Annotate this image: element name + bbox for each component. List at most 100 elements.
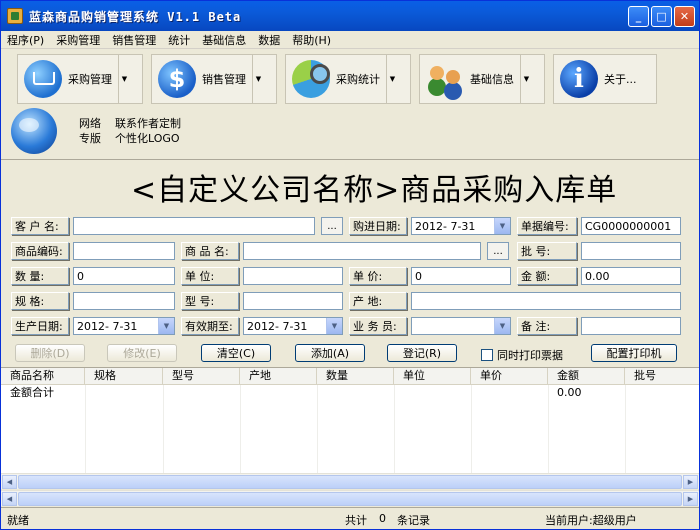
note-label: 备 注: — [517, 317, 577, 335]
custom-logo-label: 个性化LOGO — [115, 132, 180, 145]
menu-help[interactable]: 帮助(H) — [292, 32, 331, 48]
menu-sales[interactable]: 销售管理 — [112, 32, 156, 48]
minimize-button[interactable]: _ — [628, 6, 649, 27]
model-input[interactable] — [243, 292, 343, 310]
table-row[interactable]: 金额合计 0.00 — [1, 385, 699, 401]
chevron-down-icon[interactable]: ▼ — [158, 318, 174, 334]
col-price[interactable]: 单价 — [471, 368, 548, 384]
origin-input[interactable] — [411, 292, 681, 310]
total-label: 金额合计 — [10, 386, 54, 399]
menu-bar: 程序(P) 采购管理 销售管理 统计 基础信息 数据 帮助(H) — [1, 31, 699, 49]
batch-input[interactable] — [581, 242, 681, 260]
form-heading: <自定义公司名称>商品采购入库单 — [131, 173, 618, 208]
price-input[interactable]: 0 — [411, 267, 511, 285]
entry-form: <自定义公司名称>商品采购入库单 客 户 名: ... 购进日期: 2012- … — [1, 161, 699, 367]
edit-button[interactable]: 修改(E) — [107, 344, 177, 362]
purchase-tool-button[interactable]: 采购管理 ▼ — [17, 54, 143, 104]
about-tool-label: 关于... — [604, 73, 637, 86]
basic-info-tool-button[interactable]: 基础信息 ▼ — [419, 54, 545, 104]
quantity-input[interactable]: 0 — [73, 267, 175, 285]
edition-label: 专版 — [79, 132, 101, 145]
unit-label: 单 位: — [181, 267, 239, 285]
clear-button[interactable]: 清空(C) — [201, 344, 271, 362]
col-product-name[interactable]: 商品名称 — [1, 368, 85, 384]
col-amount[interactable]: 金额 — [548, 368, 625, 384]
menu-program[interactable]: 程序(P) — [7, 32, 44, 48]
stats-tool-label: 采购统计 — [336, 73, 380, 86]
maximize-button[interactable]: □ — [651, 6, 672, 27]
network-edition-banner[interactable]: 网络 联系作者定制 专版 个性化LOGO — [11, 108, 181, 154]
mfg-date-picker[interactable]: 2012- 7-31 ▼ — [73, 317, 175, 335]
customer-input[interactable] — [73, 217, 315, 235]
register-button[interactable]: 登记(R) — [387, 344, 457, 362]
contact-author-label: 联系作者定制 — [115, 117, 181, 130]
menu-basic-info[interactable]: 基础信息 — [202, 32, 246, 48]
product-name-input[interactable] — [243, 242, 481, 260]
stats-tool-button[interactable]: 采购统计 ▼ — [285, 54, 411, 104]
chevron-down-icon[interactable]: ▼ — [326, 318, 342, 334]
about-tool-button[interactable]: i 关于... — [553, 54, 657, 104]
title-bar[interactable]: 蓝森商品购销管理系统 V1.1 Beta _ □ ✕ — [1, 1, 699, 31]
purchase-dropdown-arrow[interactable]: ▼ — [118, 55, 130, 103]
close-button[interactable]: ✕ — [674, 6, 695, 27]
customer-browse-button[interactable]: ... — [321, 217, 343, 235]
col-spec[interactable]: 规格 — [85, 368, 163, 384]
col-quantity[interactable]: 数量 — [317, 368, 394, 384]
scroll-thumb[interactable] — [18, 492, 682, 506]
chevron-down-icon[interactable]: ▼ — [494, 318, 510, 334]
unit-input[interactable] — [243, 267, 343, 285]
print-ticket-checkbox[interactable]: 同时打印票据 — [481, 347, 563, 363]
product-code-input[interactable] — [73, 242, 175, 260]
mfg-date-label: 生产日期: — [11, 317, 69, 335]
scroll-thumb[interactable] — [18, 475, 682, 489]
horizontal-scrollbar-2[interactable]: ◀ ▶ — [1, 490, 699, 506]
stats-dropdown-arrow[interactable]: ▼ — [386, 55, 398, 103]
sales-dropdown-arrow[interactable]: ▼ — [252, 55, 264, 103]
mfg-date-value: 2012- 7-31 — [77, 319, 138, 333]
menu-purchase[interactable]: 采购管理 — [56, 32, 100, 48]
status-ready: 就绪 — [7, 514, 29, 527]
clerk-label: 业 务 员: — [349, 317, 407, 335]
purchase-date-picker[interactable]: 2012- 7-31 ▼ — [411, 217, 511, 235]
status-bar: 就绪 共计 0 条记录 当前用户:超级用户 — [1, 507, 699, 529]
product-name-label: 商 品 名: — [181, 242, 239, 260]
app-icon — [7, 8, 23, 24]
quantity-value: 0 — [77, 269, 84, 283]
configure-printer-button[interactable]: 配置打印机 — [591, 344, 677, 362]
menu-stats[interactable]: 统计 — [168, 32, 190, 48]
delete-button[interactable]: 删除(D) — [15, 344, 85, 362]
items-table: 商品名称 规格 型号 产地 数量 单位 单价 金额 批号 金额合计 0.00 — [1, 367, 699, 473]
product-browse-button[interactable]: ... — [487, 242, 509, 260]
col-batch[interactable]: 批号 — [625, 368, 699, 384]
scroll-left-icon[interactable]: ◀ — [2, 475, 17, 489]
note-input[interactable] — [581, 317, 681, 335]
shopping-cart-icon — [24, 60, 62, 98]
col-origin[interactable]: 产地 — [240, 368, 317, 384]
quantity-label: 数 量: — [11, 267, 69, 285]
add-button[interactable]: 添加(A) — [295, 344, 365, 362]
users-icon — [426, 60, 464, 98]
scroll-right-icon[interactable]: ▶ — [683, 475, 698, 489]
checkbox-box[interactable] — [481, 349, 493, 361]
clerk-select[interactable]: ▼ — [411, 317, 511, 335]
scroll-left-icon[interactable]: ◀ — [2, 492, 17, 506]
expiry-date-label: 有效期至: — [181, 317, 239, 335]
horizontal-scrollbar[interactable]: ◀ ▶ — [1, 473, 699, 489]
col-model[interactable]: 型号 — [163, 368, 240, 384]
amount-input[interactable]: 0.00 — [581, 267, 681, 285]
window-title: 蓝森商品购销管理系统 V1.1 Beta — [29, 9, 242, 24]
scroll-right-icon[interactable]: ▶ — [683, 492, 698, 506]
toolbar: 采购管理 ▼ $ 销售管理 ▼ 采购统计 ▼ 基础信息 ▼ i 关于... 网络… — [1, 50, 699, 160]
menu-data[interactable]: 数据 — [258, 32, 280, 48]
basic-info-dropdown-arrow[interactable]: ▼ — [520, 55, 532, 103]
model-label: 型 号: — [181, 292, 239, 310]
chevron-down-icon[interactable]: ▼ — [494, 218, 510, 234]
app-window: 蓝森商品购销管理系统 V1.1 Beta _ □ ✕ 程序(P) 采购管理 销售… — [0, 0, 700, 530]
spec-input[interactable] — [73, 292, 175, 310]
amount-value: 0.00 — [585, 269, 610, 283]
doc-no-input[interactable]: CG0000000001 — [581, 217, 681, 235]
sales-tool-button[interactable]: $ 销售管理 ▼ — [151, 54, 277, 104]
product-code-label: 商品编码: — [11, 242, 69, 260]
col-unit[interactable]: 单位 — [394, 368, 471, 384]
expiry-date-picker[interactable]: 2012- 7-31 ▼ — [243, 317, 343, 335]
